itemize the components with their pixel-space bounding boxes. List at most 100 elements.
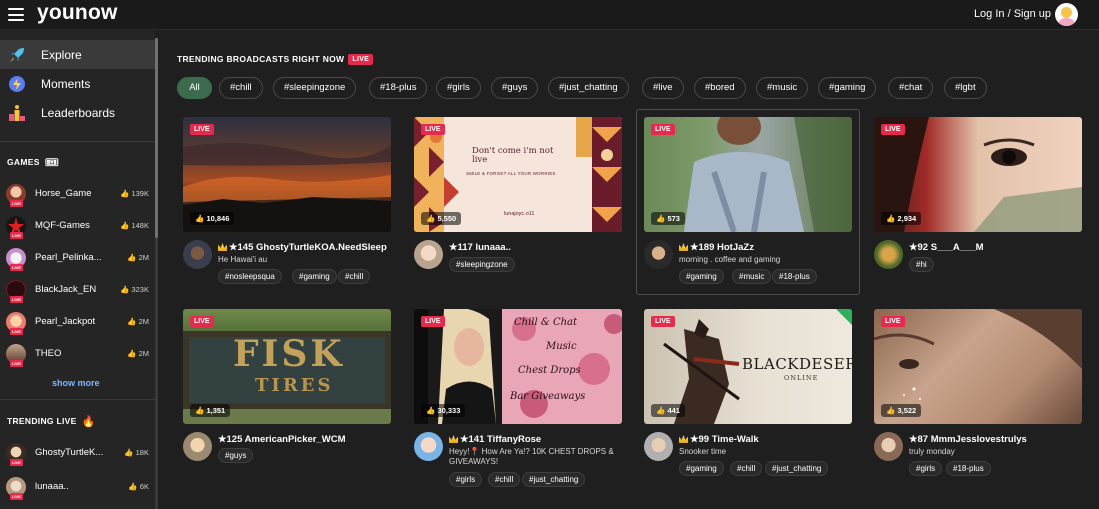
broadcaster-name[interactable]: ★92 S___A___M [909, 242, 984, 253]
trending-live-title: TRENDING LIVE 🔥 [7, 415, 96, 428]
filter-chip[interactable]: #chill [219, 77, 263, 99]
avatar[interactable] [874, 432, 903, 461]
crown-icon [218, 243, 227, 251]
page-title-text: TRENDING BROADCASTS RIGHT NOW [177, 54, 345, 64]
broadcaster-name[interactable]: ★117 lunaaa.. [449, 242, 511, 253]
login-signup-link[interactable]: Log In / Sign up [974, 8, 1051, 20]
sidebar-game-row[interactable]: LIVE Pearl_Pelinka... 👍 2M [0, 248, 155, 278]
broadcaster-name[interactable]: ★189 HotJaZz [679, 242, 754, 253]
sidebar-game-row[interactable]: LIVE MQF-Games 👍 148K [0, 216, 155, 246]
broadcast-description: truly monday [909, 447, 955, 456]
tag-chip[interactable]: #gaming [292, 269, 337, 284]
user-avatar[interactable] [1055, 3, 1078, 26]
show-more-link[interactable]: show more [52, 378, 100, 388]
crown-icon [679, 243, 688, 251]
broadcaster-name-text: ★141 TiffanyRose [460, 434, 542, 445]
avatar[interactable] [414, 432, 443, 461]
filter-chip[interactable]: #live [642, 77, 684, 99]
fire-icon: 🔥 [81, 416, 96, 428]
tag-chip[interactable]: #18-plus [772, 269, 817, 284]
sidebar-game-row[interactable]: LIVE Pearl_Jackpot 👍 2M [0, 312, 155, 342]
trending-name: lunaaa.. [35, 481, 69, 492]
tag-chip[interactable]: #hi [909, 257, 934, 272]
broadcast-thumbnail[interactable]: LIVE 👍 10,846 [183, 117, 391, 232]
broadcast-thumbnail[interactable]: FISK TIRES LIVE 👍 1,351 [183, 309, 391, 424]
scrollbar-thumb[interactable] [155, 38, 158, 238]
sidebar-scrollbar[interactable] [155, 38, 158, 509]
filter-chip[interactable]: #18-plus [369, 77, 428, 99]
divider [0, 141, 155, 142]
sidebar-game-row[interactable]: LIVE Horse_Game 👍 139K [0, 184, 155, 214]
logo[interactable]: younow [37, 1, 118, 25]
avatar[interactable] [644, 432, 673, 461]
sidebar-game-row[interactable]: LIVE THEO 👍 2M [0, 344, 155, 374]
tag-chip[interactable]: #guys [218, 448, 254, 463]
viewer-count-value: 573 [667, 214, 680, 223]
thumbnail-subcaption: SMILE & FORGET ALL YOUR WORRIES [466, 171, 556, 176]
filter-chip[interactable]: #lgbt [944, 77, 987, 99]
filter-chip[interactable]: #sleepingzone [273, 77, 357, 99]
tag-chip[interactable]: #chill [730, 461, 763, 476]
live-badge: LIVE [190, 316, 214, 327]
sidebar-trending-row[interactable]: LIVE lunaaa.. 👍 6K [0, 477, 155, 507]
tag-chip[interactable]: #girls [449, 472, 483, 487]
trending-title: TRENDING LIVE [7, 416, 77, 426]
avatar[interactable] [644, 240, 673, 269]
sidebar-item-leaderboards[interactable]: Leaderboards [0, 98, 155, 127]
thumbnail-caption: FISK [233, 333, 345, 375]
broadcast-thumbnail[interactable]: Chill & Chat Music Chest Drops Bar Givea… [414, 309, 622, 424]
broadcaster-name[interactable]: ★87 MmmJesslovestrulys [909, 434, 1027, 445]
broadcast-thumbnail[interactable]: LIVE 👍 3,522 [874, 309, 1082, 424]
avatar[interactable] [414, 240, 443, 269]
sidebar-trending-row[interactable]: LIVE GhostyTurtleK... 👍 18K [0, 443, 155, 473]
filter-chip[interactable]: #bored [694, 77, 746, 99]
filter-chip[interactable]: #just_chatting [548, 77, 629, 99]
broadcast-thumbnail[interactable]: BLACKDESERT ONLINE LIVE 👍 441 [644, 309, 852, 424]
broadcaster-name[interactable]: ★125 AmericanPicker_WCM [218, 434, 346, 445]
filter-chip-all[interactable]: All [177, 77, 212, 99]
live-badge: LIVE [10, 200, 23, 207]
sidebar-item-label: Leaderboards [41, 106, 116, 120]
filter-chip[interactable]: #gaming [818, 77, 877, 99]
tag-chip[interactable]: #music [732, 269, 772, 284]
broadcaster-name[interactable]: ★99 Time-Walk [679, 434, 759, 445]
broadcast-thumbnail[interactable]: Don't come i'm not live SMILE & FORGET A… [414, 117, 622, 232]
live-badge: LIVE [10, 360, 23, 367]
broadcast-info: ★141 TiffanyRose Heyy!📍 How Are Ya!? 10K… [414, 432, 624, 487]
tag-chip[interactable]: #nosleepsqua [218, 269, 282, 284]
avatar[interactable] [183, 240, 212, 269]
viewer-count: 👍 3,522 [881, 404, 922, 417]
live-badge: LIVE [881, 316, 905, 327]
tag-chip[interactable]: #18-plus [946, 461, 991, 476]
avatar[interactable] [183, 432, 212, 461]
broadcast-thumbnail[interactable]: LIVE 👍 2,934 [874, 117, 1082, 232]
top-bar: younow Log In / Sign up [0, 0, 1099, 30]
tag-chip[interactable]: #chill [338, 269, 371, 284]
live-badge: LIVE [348, 54, 374, 65]
like-count: 👍 323K [120, 285, 149, 294]
broadcaster-name[interactable]: ★145 GhostyTurtleKOA.NeedSleep [218, 242, 387, 253]
game-name: THEO [35, 348, 62, 359]
filter-chip[interactable]: #music [756, 77, 809, 99]
broadcaster-name-text: ★99 Time-Walk [690, 434, 759, 445]
filter-chip[interactable]: #guys [491, 77, 539, 99]
broadcaster-name[interactable]: ★141 TiffanyRose [449, 434, 541, 445]
avatar[interactable] [874, 240, 903, 269]
tag-chip[interactable]: #gaming [679, 461, 724, 476]
menu-icon[interactable] [8, 8, 24, 21]
broadcast-thumbnail[interactable]: LIVE 👍 573 [644, 117, 852, 232]
count-value: 323K [131, 285, 149, 294]
sidebar-item-moments[interactable]: Moments [0, 69, 155, 98]
tag-chip[interactable]: #just_chatting [765, 461, 829, 476]
like-count: 👍 6K [128, 482, 149, 491]
broadcast-info: ★145 GhostyTurtleKOA.NeedSleep He Hawai'… [183, 240, 393, 285]
sidebar-item-explore[interactable]: Explore [0, 40, 155, 69]
filter-chip[interactable]: #chat [888, 77, 934, 99]
tag-chip[interactable]: #chill [488, 472, 521, 487]
filter-chip[interactable]: #girls [436, 77, 481, 99]
tag-chip[interactable]: #sleepingzone [449, 257, 515, 272]
sidebar-game-row[interactable]: LIVE BlackJack_EN 👍 323K [0, 280, 155, 310]
tag-chip[interactable]: #girls [909, 461, 943, 476]
tag-chip[interactable]: #gaming [679, 269, 724, 284]
tag-chip[interactable]: #just_chatting [522, 472, 586, 487]
